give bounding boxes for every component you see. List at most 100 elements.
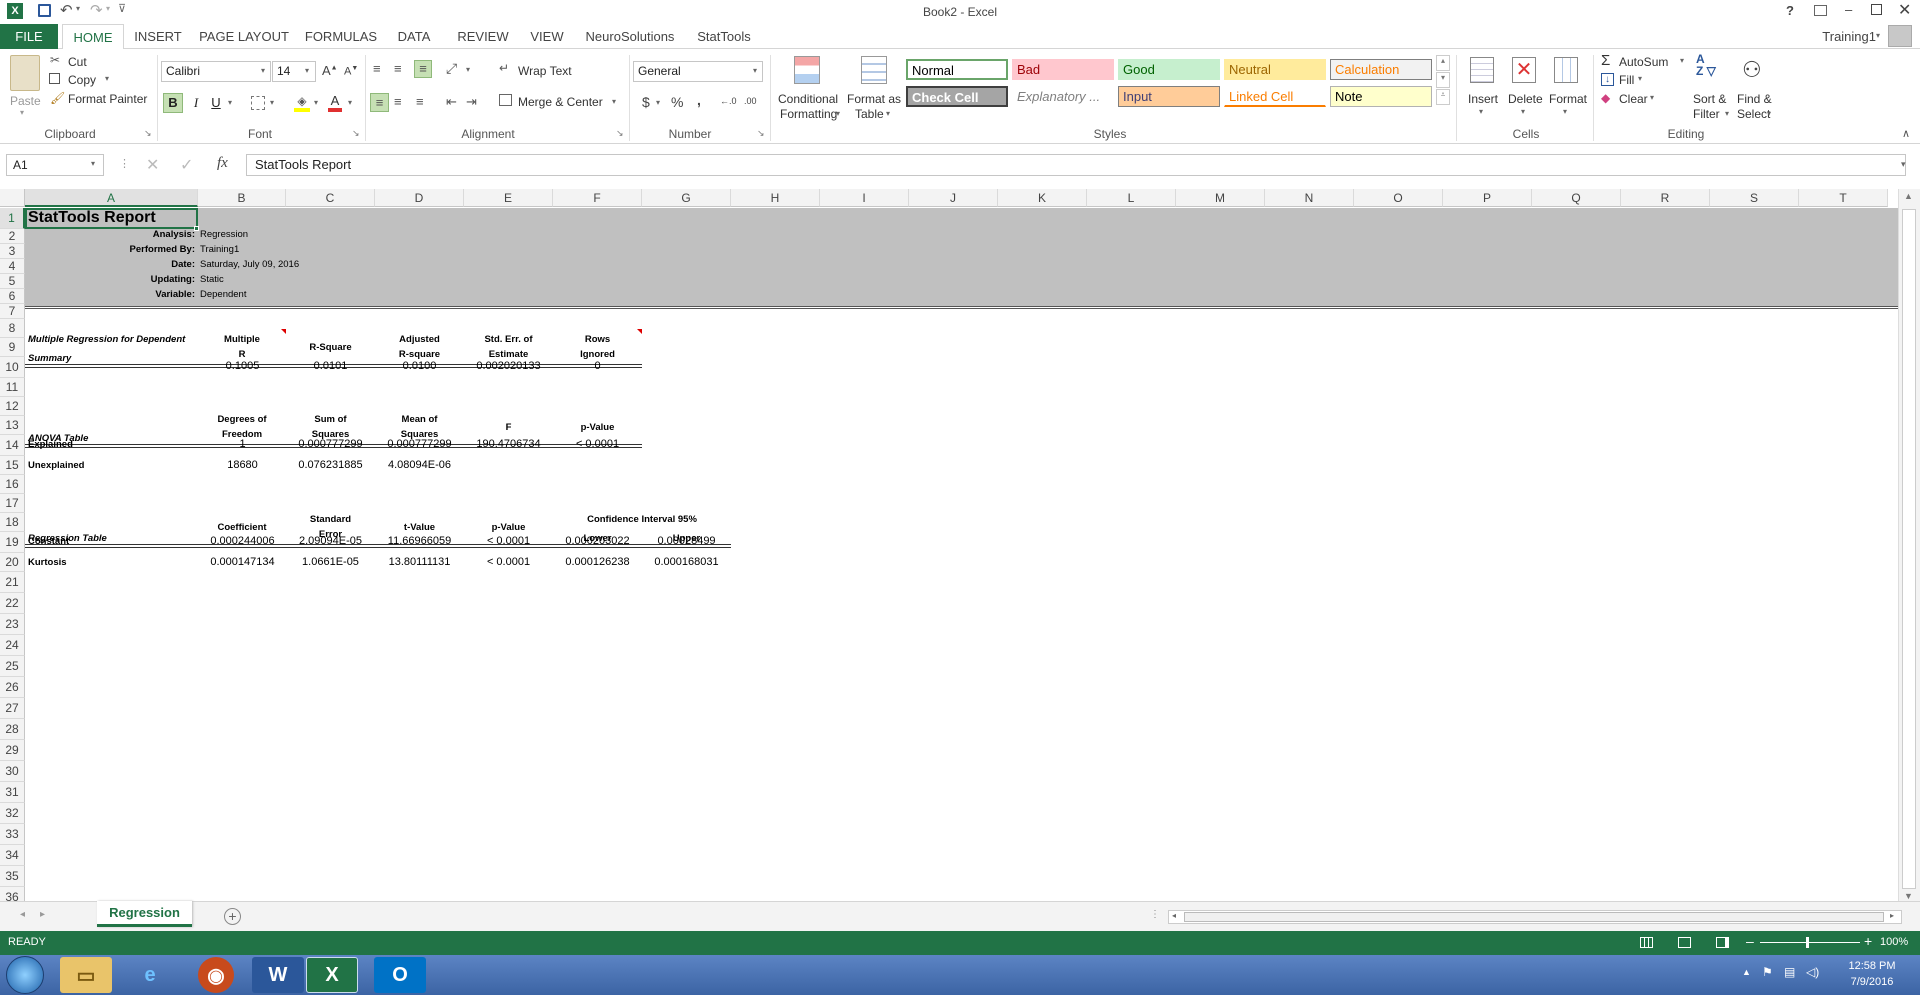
word-icon[interactable]: W: [252, 957, 304, 993]
meta-value[interactable]: Dependent: [200, 289, 246, 300]
anova-cell-df[interactable]: 1: [198, 438, 287, 450]
insert-cells-icon[interactable]: [1470, 57, 1494, 83]
regression-cell-coef[interactable]: 0.000244006: [198, 535, 287, 547]
select-all-corner[interactable]: [0, 189, 25, 207]
autosum-dropdown-icon[interactable]: ▾: [1680, 56, 1684, 65]
clear-icon[interactable]: ◆: [1601, 91, 1610, 105]
row-header-20[interactable]: 20: [0, 553, 25, 572]
formula-input[interactable]: StatTools Report: [246, 154, 1906, 176]
hdr-anova-p[interactable]: p-Value: [553, 422, 642, 433]
fill-color-icon[interactable]: ◈: [294, 94, 310, 112]
underline-button[interactable]: U: [208, 95, 224, 110]
horizontal-scroll-thumb[interactable]: [1184, 912, 1884, 922]
row-header-2[interactable]: 2: [0, 229, 25, 244]
borders-icon[interactable]: [251, 96, 265, 110]
volume-icon[interactable]: ◁): [1806, 965, 1819, 979]
align-right-icon[interactable]: ≡: [416, 94, 424, 109]
anova-cell-df[interactable]: 18680: [198, 459, 287, 471]
collapse-ribbon-icon[interactable]: ∧: [1902, 127, 1910, 140]
anova-row-label[interactable]: Explained: [28, 439, 73, 450]
number-format-dropdown-icon[interactable]: ▾: [753, 66, 757, 75]
row-header-35[interactable]: 35: [0, 866, 25, 887]
row-header-27[interactable]: 27: [0, 698, 25, 719]
column-header-l[interactable]: L: [1087, 189, 1176, 207]
column-header-f[interactable]: F: [553, 189, 642, 207]
font-launcher-icon[interactable]: ↘: [352, 128, 360, 139]
cut-icon[interactable]: ✂: [50, 53, 60, 67]
row-header-31[interactable]: 31: [0, 782, 25, 803]
format-cells-icon[interactable]: [1554, 57, 1578, 83]
cell-style-bad[interactable]: Bad: [1012, 59, 1114, 80]
tab-neurosolutions[interactable]: NeuroSolutions: [582, 24, 678, 49]
row-header-5[interactable]: 5: [0, 274, 25, 289]
decrease-font-icon[interactable]: A▼: [344, 65, 358, 78]
row-header-10[interactable]: 10: [0, 357, 25, 378]
italic-button[interactable]: I: [188, 95, 204, 111]
bold-button[interactable]: B: [163, 93, 183, 113]
font-color-dropdown-icon[interactable]: ▾: [348, 98, 352, 107]
report-title[interactable]: StatTools Report: [28, 209, 156, 227]
internet-explorer-icon[interactable]: e: [124, 957, 176, 993]
user-account[interactable]: Training1: [1806, 24, 1876, 49]
regression-cell-up[interactable]: 0.000168031: [642, 556, 731, 568]
tab-file[interactable]: FILE: [0, 24, 58, 49]
increase-decimal-icon[interactable]: ←.0: [720, 96, 737, 106]
row-header-30[interactable]: 30: [0, 761, 25, 782]
regression-cell-lo[interactable]: 0.000126238: [553, 556, 642, 568]
font-name-dropdown-icon[interactable]: ▾: [261, 66, 265, 75]
delete-dropdown-icon[interactable]: ▾: [1521, 107, 1525, 116]
fill-icon[interactable]: ↓: [1601, 73, 1614, 86]
enter-formula-icon[interactable]: ✓: [180, 155, 193, 175]
merge-dropdown-icon[interactable]: ▾: [612, 97, 616, 106]
insert-dropdown-icon[interactable]: ▾: [1479, 107, 1483, 116]
new-sheet-button[interactable]: +: [224, 908, 241, 925]
hdr-std-error-1[interactable]: Standard: [286, 514, 375, 525]
hdr-df-1[interactable]: Degrees of: [198, 414, 286, 425]
number-format-box[interactable]: General: [633, 61, 763, 82]
regression-cell-se[interactable]: 1.0661E-05: [286, 556, 375, 568]
format-cells-button[interactable]: Format: [1549, 92, 1587, 106]
fill-dropdown-icon[interactable]: ▾: [1638, 74, 1642, 83]
conditional-formatting-dropdown-icon[interactable]: ▾: [836, 109, 840, 118]
row-header-11[interactable]: 11: [0, 378, 25, 397]
prev-sheet-icon[interactable]: ◂: [20, 909, 25, 920]
row-header-28[interactable]: 28: [0, 719, 25, 740]
align-middle-icon[interactable]: ≡: [394, 61, 402, 76]
start-button[interactable]: [6, 956, 44, 994]
row-header-13[interactable]: 13: [0, 416, 25, 435]
align-center-icon[interactable]: ≡: [394, 94, 402, 109]
tab-data[interactable]: DATA: [392, 24, 436, 49]
column-header-t[interactable]: T: [1799, 189, 1888, 207]
row-header-19[interactable]: 19: [0, 532, 25, 553]
regression-cell-t[interactable]: 11.66966059: [375, 535, 464, 547]
column-header-e[interactable]: E: [464, 189, 553, 207]
align-bottom-icon[interactable]: ≡: [414, 60, 432, 78]
close-button[interactable]: ✕: [1898, 0, 1911, 20]
format-painter-icon[interactable]: 🖌: [50, 91, 65, 105]
format-as-table-label1[interactable]: Format as: [847, 92, 901, 106]
autosum-button[interactable]: AutoSum: [1619, 55, 1668, 69]
cell-style-normal[interactable]: Normal: [906, 59, 1008, 80]
vertical-scroll-thumb[interactable]: [1902, 209, 1916, 889]
row-header-4[interactable]: 4: [0, 259, 25, 274]
hdr-multiple-r-1[interactable]: Multiple: [198, 334, 286, 345]
meta-key[interactable]: Variable:: [25, 289, 195, 300]
page-layout-view-icon[interactable]: [1678, 937, 1691, 948]
meta-key[interactable]: Analysis:: [25, 229, 195, 240]
meta-value[interactable]: Training1: [200, 244, 239, 255]
show-hidden-icons[interactable]: ▲: [1742, 967, 1751, 977]
find-select-label1[interactable]: Find &: [1737, 92, 1772, 106]
gallery-scroll-up-icon[interactable]: ▴: [1436, 55, 1450, 71]
regression-cell-p[interactable]: < 0.0001: [464, 556, 553, 568]
row-header-6[interactable]: 6: [0, 289, 25, 304]
clock-time[interactable]: 12:58 PM: [1832, 960, 1912, 972]
excel-taskbar-icon[interactable]: X: [306, 957, 358, 993]
meta-value[interactable]: Saturday, July 09, 2016: [200, 259, 299, 270]
column-header-c[interactable]: C: [286, 189, 375, 207]
font-color-icon[interactable]: A: [328, 93, 342, 112]
row-header-16[interactable]: 16: [0, 475, 25, 494]
cell-style-input[interactable]: Input: [1118, 86, 1220, 107]
comment-indicator[interactable]: [281, 329, 286, 334]
hscroll-left-icon[interactable]: ◂: [1172, 911, 1176, 920]
hdr-reg-p[interactable]: p-Value: [464, 522, 553, 533]
